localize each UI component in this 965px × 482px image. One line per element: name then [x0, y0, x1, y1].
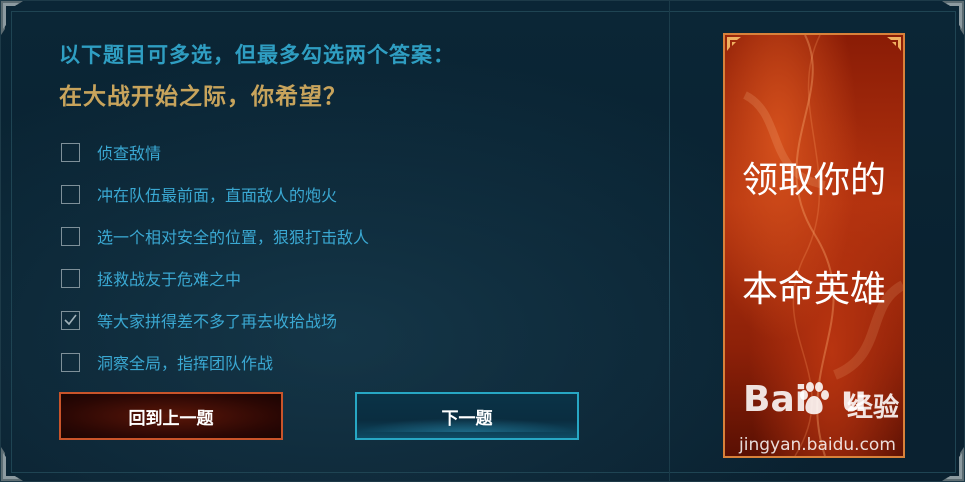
corner-ornament-icon: [1, 1, 23, 35]
panel-divider: [669, 1, 670, 481]
option-label: 等大家拼得差不多了再去收拾战场: [97, 312, 338, 331]
answer-options: 侦查敌情 冲在队伍最前面，直面敌人的炮火 选一个相对安全的位置，狠狠打击敌人 拯…: [61, 131, 651, 383]
previous-question-button[interactable]: 回到上一题: [59, 392, 283, 440]
question-title: 在大战开始之际，你希望？: [59, 84, 347, 110]
banner-text-line1: 领取你的: [741, 160, 886, 201]
banner-corner-icon: [727, 37, 741, 51]
option-label: 冲在队伍最前面，直面敌人的炮火: [97, 186, 338, 205]
banner-text-line2: 本命英雄: [741, 269, 886, 310]
option-checkbox[interactable]: [61, 142, 80, 162]
option-row[interactable]: 洞察全局，指挥团队作战: [61, 341, 651, 383]
option-row[interactable]: 等大家拼得差不多了再去收拾战场: [61, 299, 651, 341]
next-question-button[interactable]: 下一题: [355, 392, 579, 440]
banner-corner-icon: [887, 37, 901, 51]
option-checkbox-checked[interactable]: [61, 310, 80, 330]
option-label: 洞察全局，指挥团队作战: [97, 354, 274, 373]
option-row[interactable]: 选一个相对安全的位置，狠狠打击敌人: [61, 215, 651, 257]
option-label: 拯救战友于危难之中: [97, 270, 242, 289]
question-instruction: 以下题目可多选，但最多勾选两个答案：: [59, 43, 455, 67]
quiz-panel: 以下题目可多选，但最多勾选两个答案： 在大战开始之际，你希望？ 侦查敌情 冲在队…: [0, 0, 965, 482]
option-row[interactable]: 拯救战友于危难之中: [61, 257, 651, 299]
option-row[interactable]: 冲在队伍最前面，直面敌人的炮火: [61, 173, 651, 215]
corner-ornament-icon: [942, 447, 964, 481]
option-label: 选一个相对安全的位置，狠狠打击敌人: [97, 228, 370, 247]
option-checkbox[interactable]: [61, 268, 80, 288]
checkmark-icon: [64, 314, 77, 325]
option-checkbox[interactable]: [61, 352, 80, 372]
next-question-label: 下一题: [441, 408, 493, 429]
option-checkbox[interactable]: [61, 226, 80, 246]
banner-swirl-decoration: [742, 35, 903, 456]
corner-ornament-icon: [1, 447, 23, 481]
option-label: 侦查敌情: [97, 144, 162, 163]
corner-ornament-icon: [942, 1, 964, 35]
claim-hero-banner[interactable]: 领取你的 本命英雄: [723, 33, 905, 458]
option-row[interactable]: 侦查敌情: [61, 131, 651, 173]
option-checkbox[interactable]: [61, 184, 80, 204]
